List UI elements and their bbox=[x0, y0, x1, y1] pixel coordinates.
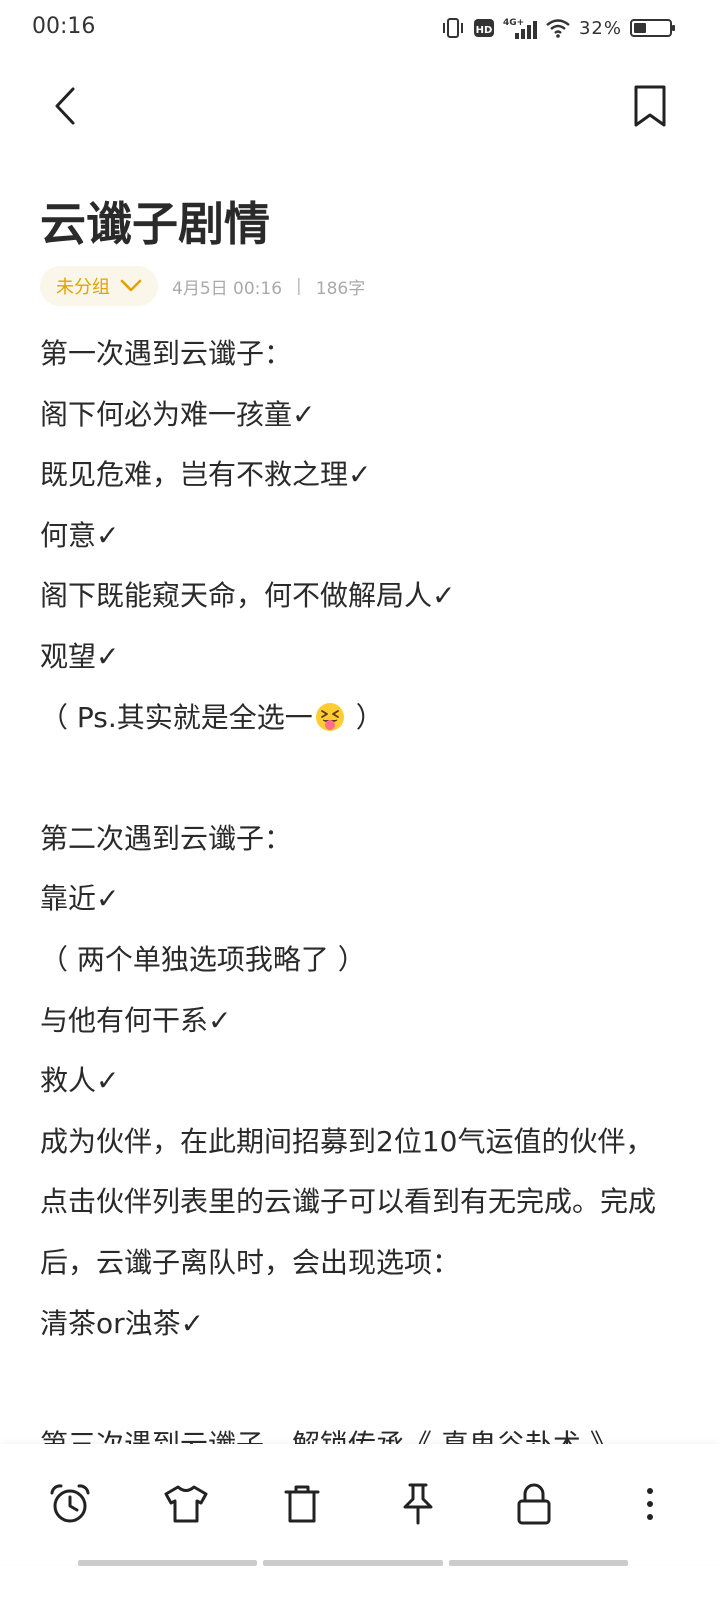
ps-text: （ Ps.其实就是全选一 bbox=[40, 700, 313, 734]
group-label: 未分组 bbox=[56, 277, 110, 298]
note-date: 4月5日 00:16 bbox=[172, 278, 283, 299]
ps-suffix: ） bbox=[346, 700, 384, 734]
note-line-ps: （ Ps.其实就是全选一 ） bbox=[40, 688, 680, 749]
status-bar: 00:16 HD 4G+ 32% bbox=[0, 0, 720, 60]
note-title[interactable]: 云谶子剧情 bbox=[40, 188, 270, 254]
gesture-segment bbox=[448, 1560, 628, 1566]
signal-icon: 4G+ bbox=[503, 18, 537, 39]
network-label: 4G+ bbox=[503, 18, 524, 28]
hd-label: HD bbox=[476, 25, 493, 36]
lock-button[interactable] bbox=[506, 1476, 562, 1532]
note-line: 何意✓ bbox=[40, 518, 120, 552]
more-vertical-icon bbox=[647, 1488, 653, 1520]
shirt-icon bbox=[164, 1485, 208, 1523]
back-button[interactable] bbox=[40, 82, 88, 130]
more-button[interactable] bbox=[622, 1476, 678, 1532]
note-line: 观望✓ bbox=[40, 639, 120, 673]
note-line-empty bbox=[40, 748, 680, 809]
chevron-down-icon bbox=[120, 279, 142, 292]
note-line-empty bbox=[40, 1354, 680, 1415]
bookmark-icon bbox=[634, 85, 666, 127]
note-line: 救人✓ bbox=[40, 1064, 120, 1098]
note-line: 靠近✓ bbox=[40, 882, 120, 916]
gesture-bar[interactable] bbox=[78, 1560, 628, 1566]
note-meta-row: 未分组 4月5日 00:16 | 186字 bbox=[40, 266, 365, 306]
note-line: （ 两个单独选项我略了 ） bbox=[40, 942, 366, 976]
note-line: 清茶or浊茶✓ bbox=[40, 1306, 205, 1340]
trash-icon bbox=[284, 1485, 320, 1523]
note-line: 成为伙伴，在此期间招募到2位10气运值的伙伴，点击伙伴列表里的云谶子可以看到有无… bbox=[40, 1124, 657, 1279]
bookmark-button[interactable] bbox=[626, 82, 674, 130]
pin-icon bbox=[403, 1483, 433, 1525]
wifi-icon bbox=[546, 19, 570, 38]
char-count: 186字 bbox=[315, 278, 366, 299]
status-icons: HD 4G+ 32% bbox=[441, 14, 676, 42]
note-line: 阁下何必为难一孩童✓ bbox=[40, 397, 316, 431]
note-line: 阁下既能窥天命，何不做解局人✓ bbox=[40, 579, 456, 613]
vibrate-icon bbox=[442, 18, 463, 38]
reminder-button[interactable] bbox=[42, 1476, 98, 1532]
note-body[interactable]: 第一次遇到云谶子： 阁下何必为难一孩童✓ 既见危难，岂有不救之理✓ 何意✓ 阁下… bbox=[40, 324, 680, 1475]
hd-icon: HD bbox=[473, 19, 494, 37]
gesture-segment bbox=[78, 1560, 258, 1566]
pin-button[interactable] bbox=[390, 1476, 446, 1532]
lock-icon bbox=[517, 1483, 551, 1525]
group-selector[interactable]: 未分组 bbox=[40, 266, 158, 306]
battery-icon bbox=[630, 19, 675, 37]
note-line: 第二次遇到云谶子： bbox=[40, 821, 293, 855]
note-line: 既见危难，岂有不救之理✓ bbox=[40, 458, 372, 492]
meta-separator: | bbox=[296, 276, 302, 296]
battery-percentage: 32% bbox=[578, 17, 622, 39]
delete-button[interactable] bbox=[274, 1476, 330, 1532]
squinting-tongue-emoji-icon bbox=[315, 702, 344, 731]
note-line: 第一次遇到云谶子： bbox=[40, 337, 293, 370]
theme-button[interactable] bbox=[158, 1476, 214, 1532]
note-line: 与他有何干系✓ bbox=[40, 1003, 232, 1037]
bottom-toolbar bbox=[0, 1444, 720, 1564]
gesture-segment bbox=[263, 1560, 443, 1566]
chevron-left-icon bbox=[55, 87, 75, 125]
alarm-clock-icon bbox=[50, 1484, 90, 1523]
status-time: 00:16 bbox=[32, 14, 96, 39]
note-header bbox=[0, 70, 720, 140]
